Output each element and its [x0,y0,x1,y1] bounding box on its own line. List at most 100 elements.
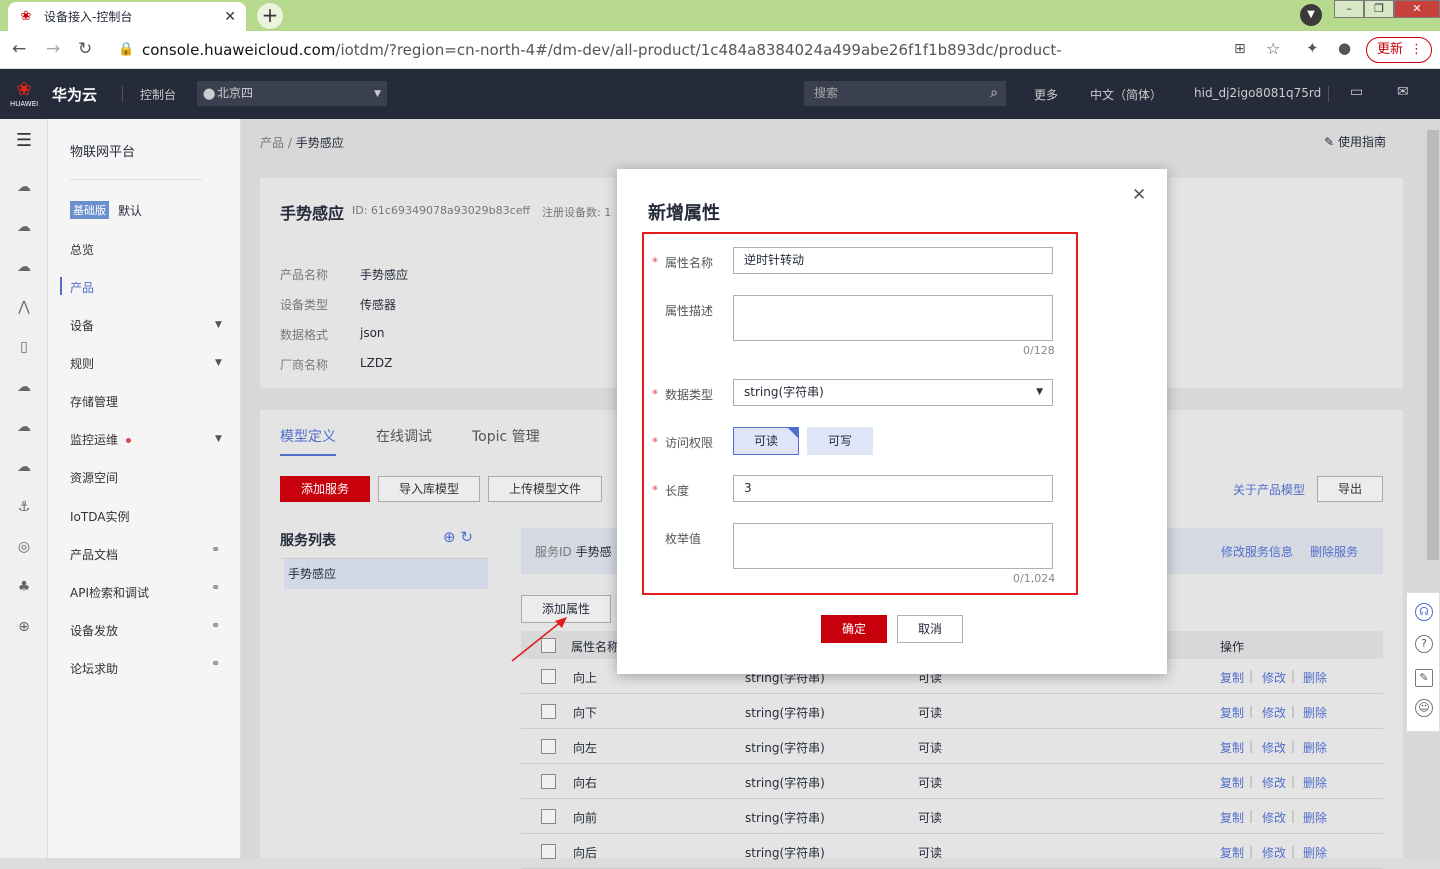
edition-default[interactable]: 默认 [118,202,142,219]
edit-service-link[interactable]: 修改服务信息 [1221,543,1293,560]
profile-icon[interactable]: ● [1338,39,1351,57]
more-link[interactable]: 更多 [1034,86,1058,103]
scrollbar[interactable] [1427,130,1439,560]
sidebar-item-storage[interactable]: 存储管理 [70,393,118,410]
network-icon[interactable]: ⋀ [14,297,34,317]
property-desc-textarea[interactable] [733,295,1053,341]
delete-link[interactable]: 删除 [1303,669,1327,686]
storage-icon[interactable]: ▯ [14,337,34,357]
copy-link[interactable]: 复制 [1220,739,1244,756]
bookmark-star-icon[interactable]: ☆ [1266,39,1280,58]
upload-model-button[interactable]: 上传模型文件 [488,476,602,502]
tab-topic-management[interactable]: Topic 管理 [472,426,540,446]
delete-link[interactable]: 删除 [1303,774,1327,791]
edit-link[interactable]: 修改 [1262,669,1286,686]
close-tab-icon[interactable]: ✕ [224,9,236,25]
row-checkbox[interactable] [541,844,556,859]
database-icon[interactable]: ☁ [14,257,34,277]
service-list-item[interactable]: 手势感应 [284,559,488,589]
breadcrumb-products[interactable]: 产品 [260,136,284,150]
sidebar-item-devices[interactable]: 设备 [70,317,94,334]
ip-icon[interactable]: ◎ [14,537,34,557]
cloud-lock-icon[interactable]: ☁ [14,457,34,477]
access-read-option[interactable]: 可读 [733,427,799,455]
export-button[interactable]: 导出 [1317,476,1383,502]
delete-service-link[interactable]: 删除服务 [1310,543,1358,560]
edit-link[interactable]: 修改 [1262,739,1286,756]
url-field[interactable]: 🔒 console.huaweicloud.com/iotdm/?region=… [112,35,1227,89]
close-icon[interactable]: ✕ [1132,185,1146,205]
cancel-button[interactable]: 取消 [897,615,963,643]
data-type-select[interactable]: string(字符串) ▼ [733,379,1053,406]
browser-tab[interactable]: ❀ 设备接入-控制台 ✕ [8,2,246,31]
chevron-down-icon[interactable]: ▼ [215,434,222,444]
search-icon[interactable]: ⌕ [990,81,998,106]
headset-icon[interactable]: ☊ [1415,603,1433,621]
row-checkbox[interactable] [541,809,556,824]
access-write-option[interactable]: 可写 [807,427,873,455]
sidebar-item-product-docs[interactable]: 产品文档 [70,546,118,563]
sidebar-item-resource-space[interactable]: 资源空间 [70,469,118,486]
cloud-icon[interactable]: ☁ [14,217,34,237]
forward-icon[interactable]: → [46,39,60,59]
length-input[interactable]: 3 [733,475,1053,502]
extensions-icon[interactable]: ✦ [1306,39,1319,57]
mail-icon[interactable]: ✉ [1397,84,1409,100]
copy-link[interactable]: 复制 [1220,704,1244,721]
user-account[interactable]: hid_dj2igo8081q75rd [1194,86,1321,100]
cloud-sync-icon[interactable]: ☁ [14,417,34,437]
edit-link[interactable]: 修改 [1262,704,1286,721]
confirm-button[interactable]: 确定 [821,615,887,643]
delete-link[interactable]: 删除 [1303,844,1327,861]
region-select[interactable]: ⬤ 北京四 ▼ [197,81,387,106]
sidebar-item-api-explorer[interactable]: API检索和调试 [70,584,149,601]
enum-textarea[interactable] [733,523,1053,569]
feedback-icon[interactable]: ✎ [1415,669,1433,687]
row-checkbox[interactable] [541,774,556,789]
about-model-link[interactable]: 关于产品模型 [1233,481,1305,498]
sidebar-item-forum[interactable]: 论坛求助 [70,660,118,677]
sidebar-item-products[interactable]: 产品 [70,279,94,296]
delete-link[interactable]: 删除 [1303,809,1327,826]
sidebar-item-rules[interactable]: 规则 [70,355,94,372]
copy-link[interactable]: 复制 [1220,809,1244,826]
brand-name[interactable]: 华为云 [52,84,97,105]
console-link[interactable]: 控制台 [140,86,176,103]
update-button[interactable]: 更新 ⋮ [1366,37,1432,63]
reload-icon[interactable]: ↻ [78,39,92,59]
delete-link[interactable]: 删除 [1303,704,1327,721]
back-icon[interactable]: ← [12,39,26,59]
hamburger-menu-icon[interactable]: ☰ [14,131,34,151]
edit-link[interactable]: 修改 [1262,844,1286,861]
import-model-button[interactable]: 导入库模型 [378,476,480,502]
sidebar-item-overview[interactable]: 总览 [70,241,94,258]
row-checkbox[interactable] [541,669,556,684]
copy-link[interactable]: 复制 [1220,669,1244,686]
new-tab-button[interactable]: + [257,3,283,29]
chevron-down-icon[interactable]: ▼ [215,320,222,330]
delete-link[interactable]: 删除 [1303,739,1327,756]
sidebar-item-device-provisioning[interactable]: 设备发放 [70,622,118,639]
sidebar-item-monitoring[interactable]: 监控运维 [70,431,132,448]
minimize-button[interactable]: – [1334,0,1364,18]
cloud-upload-icon[interactable]: ☁ [14,377,34,397]
user-guide-link[interactable]: ✎ 使用指南 [1324,133,1386,150]
translate-icon[interactable]: ⊞ [1234,41,1246,57]
smile-icon[interactable]: ☺ [1415,699,1433,717]
row-checkbox[interactable] [541,704,556,719]
globe-icon[interactable]: ⊕ [14,617,34,637]
terminal-icon[interactable]: ▭ [1350,84,1363,100]
refresh-icon[interactable]: ↻ [460,528,473,546]
cluster-icon[interactable]: ♣ [14,577,34,597]
row-checkbox[interactable] [541,739,556,754]
edit-link[interactable]: 修改 [1262,774,1286,791]
edit-link[interactable]: 修改 [1262,809,1286,826]
tab-online-debug[interactable]: 在线调试 [376,426,432,446]
add-circle-icon[interactable]: ⊕ [443,528,456,546]
copy-link[interactable]: 复制 [1220,844,1244,861]
property-name-input[interactable]: 逆时针转动 [733,247,1053,274]
sidebar-item-iotda-instance[interactable]: IoTDA实例 [70,508,129,525]
add-service-button[interactable]: 添加服务 [280,476,370,502]
cloud-server-icon[interactable]: ☁ [14,177,34,197]
search-input[interactable]: 搜索 ⌕ [804,81,1006,106]
